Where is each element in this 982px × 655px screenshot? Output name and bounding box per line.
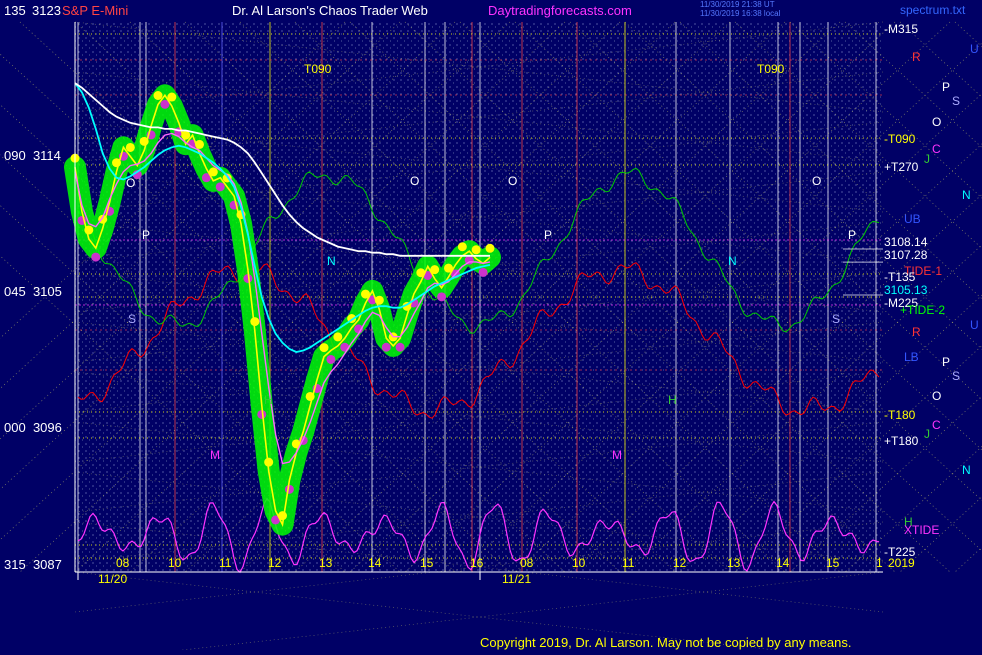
label-3107: 3107.28	[884, 248, 928, 262]
x-hour-label: 14	[368, 556, 382, 570]
label-n2: N	[962, 463, 971, 477]
x-date-label: 11/20	[98, 572, 128, 586]
marker-o: O	[508, 174, 518, 188]
x-hour-label: 11	[219, 556, 232, 570]
chart-stage: 135 S&P E-Mini Dr. Al Larson's Chaos Tra…	[0, 0, 982, 655]
price-marker-yellow	[485, 243, 495, 253]
price-marker-magenta	[91, 252, 101, 262]
y-label-3096: 000 3096	[4, 420, 62, 435]
marker-s: S	[128, 312, 137, 326]
x-hour-label: 13	[727, 556, 741, 570]
label-o: O	[932, 115, 942, 129]
marker-p: P	[848, 228, 857, 242]
price-marker-yellow	[333, 332, 343, 342]
x-hour-label: 08	[116, 556, 130, 570]
x-hour-label: 14	[776, 556, 790, 570]
price-marker-magenta	[284, 484, 294, 494]
x-hour-label: 08	[520, 556, 534, 570]
label-ub: UB	[904, 212, 921, 226]
marker-o: O	[812, 174, 822, 188]
marker-n: N	[327, 254, 336, 268]
price-marker-magenta	[215, 182, 225, 192]
y-label-3123: 1353123	[32, 3, 61, 18]
label-t270: +T270	[884, 160, 919, 174]
y-label-3105: 045 3105	[4, 284, 62, 299]
price-marker-magenta	[395, 342, 405, 352]
label-u: U	[970, 42, 979, 56]
label-r: R	[912, 50, 921, 64]
label-r2: R	[912, 325, 921, 339]
price-marker-magenta	[326, 354, 336, 364]
label-u2: U	[970, 318, 979, 332]
marker-o: O	[410, 174, 420, 188]
x-hour-label: 16	[470, 556, 484, 570]
marker-t090: T090	[304, 62, 332, 76]
x-hour-label: 12	[673, 556, 687, 570]
price-marker-magenta	[437, 292, 447, 302]
x-date-label: 11/21	[502, 572, 532, 586]
price-marker-yellow	[319, 343, 329, 353]
timestamp-ut: 11/30/2019 21:38 UT	[700, 0, 775, 9]
label-j: J	[924, 152, 930, 166]
site-link[interactable]: Daytradingforecasts.com	[488, 3, 632, 18]
label-c2: C	[932, 418, 941, 432]
x-hour-label: 10	[168, 556, 182, 570]
label-m315: -M315	[884, 22, 919, 36]
price-marker-magenta	[381, 342, 391, 352]
label-t180-minus: -T180	[884, 408, 916, 422]
price-marker-yellow	[125, 142, 135, 152]
x-hour-label: 13	[319, 556, 333, 570]
price-marker-yellow	[153, 91, 163, 100]
x-hour-label: 12	[268, 556, 282, 570]
marker-p: P	[544, 228, 553, 242]
label-lb: LB	[904, 350, 919, 364]
label-t090: -T090	[884, 132, 916, 146]
price-marker-magenta	[340, 342, 350, 352]
x-hour-label: 10	[572, 556, 586, 570]
marker-h: H	[264, 393, 273, 407]
label-s2: S	[952, 369, 961, 383]
timestamp-local: 11/30/2019 16:38 local	[700, 9, 781, 18]
price-marker-yellow	[457, 242, 467, 252]
label-p: P	[942, 80, 951, 94]
label-3108: 3108.14	[884, 235, 928, 249]
marker-m: M	[612, 448, 622, 462]
y-label-3087: 315 3087	[4, 557, 62, 572]
label-p2: P	[942, 355, 951, 369]
copyright-notice: Copyright 2019, Dr. Al Larson. May not b…	[480, 635, 852, 650]
label-n: N	[962, 188, 971, 202]
label-3105: 3105.13	[884, 283, 928, 297]
label-xtide: XTIDE	[904, 523, 940, 537]
marker-p: P	[142, 228, 151, 242]
chart-title: S&P E-Mini	[62, 3, 129, 18]
marker-s: S	[832, 312, 841, 326]
price-marker-magenta	[478, 267, 488, 277]
label-j2: J	[924, 427, 930, 441]
marker-m: M	[210, 448, 220, 462]
marker-t090: T090	[757, 62, 785, 76]
label-tide2: +TIDE-2	[900, 303, 946, 317]
marker-h: H	[668, 393, 677, 407]
x-hour-label: 1	[876, 556, 883, 570]
label-c: C	[932, 142, 941, 156]
x-hour-label: 15	[420, 556, 434, 570]
chart-author-title: Dr. Al Larson's Chaos Trader Web	[232, 3, 428, 18]
spectrum-tag: spectrum.txt	[900, 3, 966, 17]
x-hour-label: 11	[622, 556, 635, 570]
label-o2: O	[932, 389, 942, 403]
y-label-3114: 090 3114	[4, 148, 61, 163]
label-t180-plus: +T180	[884, 434, 919, 448]
marker-o: O	[126, 176, 136, 190]
label-2019: 2019	[888, 556, 915, 570]
marker-n: N	[728, 254, 737, 268]
label-t135: -T135	[884, 270, 916, 284]
x-hour-label: 15	[826, 556, 840, 570]
label-s: S	[952, 94, 961, 108]
price-marker-yellow	[471, 245, 481, 255]
